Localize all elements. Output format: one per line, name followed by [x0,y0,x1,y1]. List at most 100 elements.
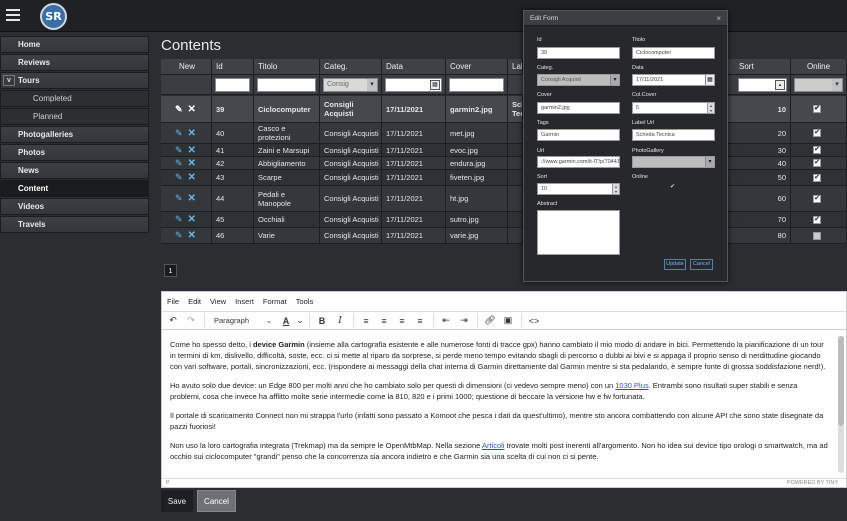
data-field[interactable]: 17/11/2021 ▦ [632,74,715,86]
redo-icon[interactable]: ↷ [184,314,198,328]
filter-cover-input[interactable] [449,77,504,92]
sidebar-item-photogalleries[interactable]: Photogalleries [0,126,149,143]
text-color-icon[interactable]: A [279,314,293,328]
filter-data-input[interactable]: ▦ [385,77,442,92]
filter-categ-select[interactable]: Consig [323,77,378,92]
categ-select[interactable]: Consigli Acquisti ▾ [537,74,620,86]
menu-view[interactable]: View [210,297,226,306]
spinner-icon[interactable]: ▴ ▾ [612,184,619,194]
filter-titolo-input[interactable] [257,77,316,92]
online-checkbox[interactable] [813,231,821,240]
link-articoli[interactable]: Articoli [482,441,505,450]
filter-sort-input[interactable]: ▴ [738,77,787,92]
edit-icon[interactable]: ✎ [175,145,183,156]
labelurl-field[interactable]: Scheda Tecnica [632,129,715,141]
calendar-icon[interactable]: ▦ [705,75,714,85]
save-button[interactable]: Save [161,490,193,512]
sidebar-item-videos[interactable]: Videos [0,198,149,215]
column-header-titolo[interactable]: Titolo [254,59,320,74]
sidebar-item-photos[interactable]: Photos [0,144,149,161]
indent-icon[interactable]: ⇥ [457,314,471,328]
online-checkbox[interactable]: ✔ [670,183,675,190]
online-checkbox[interactable]: ✔ [813,146,821,154]
online-checkbox[interactable]: ✔ [813,105,821,113]
scrollbar-thumb[interactable] [838,336,844,426]
menu-insert[interactable]: Insert [235,297,254,306]
column-header-categ[interactable]: Categ. [320,59,382,74]
online-checkbox[interactable]: ✔ [813,215,821,224]
close-icon[interactable]: × [716,11,721,26]
sidebar-item-planned[interactable]: Planned [0,108,149,125]
calendar-icon[interactable]: ▦ [430,79,440,90]
outdent-icon[interactable]: ⇤ [439,314,453,328]
menu-file[interactable]: File [167,297,179,306]
online-checkbox[interactable]: ✔ [813,159,821,167]
column-header-data[interactable]: Data [382,59,446,74]
table-row[interactable]: ✎ ✕ 45 Occhiali Consigli Acquisti 17/11/2021 s… [161,212,847,228]
spinner-icon[interactable]: ▴ [775,79,785,90]
editor-scrollbar[interactable] [838,336,844,473]
italic-icon[interactable]: I [333,314,347,328]
delete-icon[interactable]: ✕ [188,104,196,115]
edit-icon[interactable]: ✎ [175,214,183,225]
block-format-select[interactable]: Paragraph ⌄ [210,314,276,328]
link-1030-plus[interactable]: 1030 Plus [615,381,648,390]
delete-icon[interactable]: ✕ [188,158,196,169]
delete-icon[interactable]: ✕ [188,214,196,225]
table-row[interactable]: ✎ ✕ 41 Zaini e Marsupi Consigli Acquisti 17/1… [161,144,847,157]
table-row[interactable]: ✎ ✕ 39 Ciclocomputer Consigli Acquisti 17/11/… [161,96,847,123]
menu-format[interactable]: Format [263,297,287,306]
sidebar-item-tours[interactable]: v Tours [0,72,149,89]
delete-icon[interactable]: ✕ [188,128,196,139]
sidebar-item-content[interactable]: Content [0,180,149,197]
align-left-icon[interactable]: ≡ [359,314,373,328]
tags-field[interactable]: Garmin [537,129,620,141]
edit-icon[interactable]: ✎ [175,193,183,204]
cover-field[interactable]: garmin2.jpg [537,102,620,114]
powered-by-label[interactable]: POWERED BY TINY [787,479,838,487]
table-row[interactable]: ✎ ✕ 46 Varie Consigli Acquisti 17/11/2021 vari… [161,228,847,244]
edit-icon[interactable]: ✎ [175,230,183,241]
chevron-down-icon[interactable]: v [3,75,15,86]
new-button[interactable]: New [161,59,212,74]
column-header-id[interactable]: Id [212,59,254,74]
edit-icon[interactable]: ✎ [175,104,183,115]
edit-icon[interactable]: ✎ [175,172,183,183]
update-button[interactable]: Update [664,259,686,270]
table-row[interactable]: ✎ ✕ 43 Scarpe Consigli Acquisti 17/11/2021 fiv… [161,170,847,186]
table-row[interactable]: ✎ ✕ 44 Pedali e Manopole Consigli Acquisti 17… [161,186,847,212]
dialog-cancel-button[interactable]: Cancel [690,259,713,270]
sidebar-item-travels[interactable]: Travels [0,216,149,233]
colcover-field[interactable]: 5 ▴ ▾ [632,102,715,114]
online-checkbox[interactable]: ✔ [813,173,821,182]
delete-icon[interactable]: ✕ [188,230,196,241]
column-header-cover[interactable]: Cover [446,59,508,74]
chevron-down-icon[interactable]: ▾ [610,75,619,85]
image-icon[interactable]: ▣ [501,314,515,328]
column-header-sort[interactable]: Sort [735,59,791,74]
chevron-down-icon[interactable]: ⌄ [296,314,304,328]
hamburger-menu-icon[interactable] [6,9,20,21]
column-header-label[interactable]: Lab [508,59,523,74]
cancel-button[interactable]: Cancel [197,490,236,512]
spinner-icon[interactable]: ▴ ▾ [707,103,714,113]
titolo-field[interactable]: Ciclocomputer [632,47,715,59]
photogallery-select[interactable]: ▾ [632,156,715,168]
chevron-down-icon[interactable]: ▾ [705,157,714,167]
sort-field[interactable]: 10 ▴ ▾ [537,183,620,195]
filter-online-select[interactable] [794,77,843,92]
url-field[interactable]: ://www.garmin.com/it-IT/p/704417 [537,156,620,168]
edit-icon[interactable]: ✎ [175,128,183,139]
edit-icon[interactable]: ✎ [175,158,183,169]
align-center-icon[interactable]: ≡ [377,314,391,328]
editor-content[interactable]: Come ho spesso detto, i device Garmin (i… [162,332,837,478]
code-icon[interactable]: <> [527,314,541,328]
delete-icon[interactable]: ✕ [188,172,196,183]
undo-icon[interactable]: ↶ [166,314,180,328]
column-header-online[interactable]: Online [791,59,847,74]
table-row[interactable]: ✎ ✕ 42 Abbigliamento Consigli Acquisti 17/11/… [161,157,847,170]
online-checkbox[interactable]: ✔ [813,129,821,137]
menu-tools[interactable]: Tools [296,297,314,306]
id-field[interactable]: 39 [537,47,620,59]
align-right-icon[interactable]: ≡ [395,314,409,328]
